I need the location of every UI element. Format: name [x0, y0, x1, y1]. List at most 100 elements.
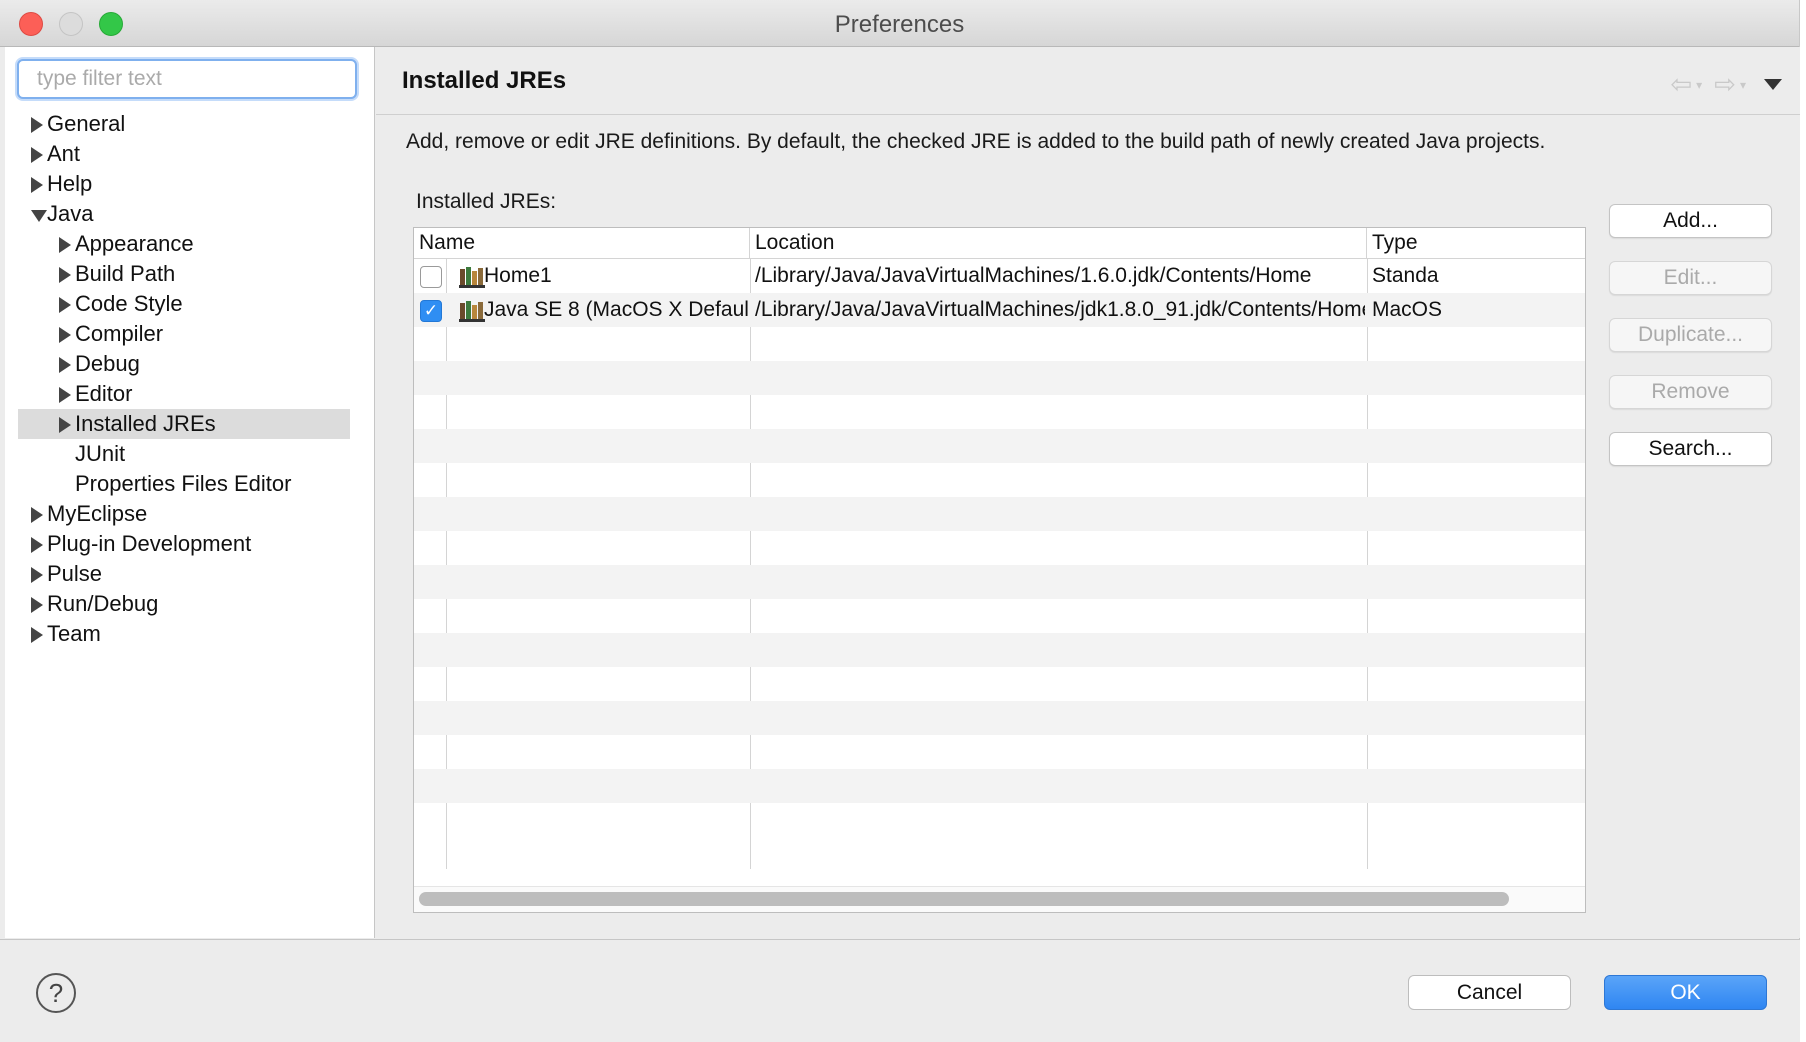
- table-row: [414, 735, 1585, 769]
- installed-jres-table[interactable]: Name Location Type Home1/Library/Java/Ja…: [413, 227, 1586, 913]
- table-row: [414, 633, 1585, 667]
- column-header-type[interactable]: Type: [1367, 228, 1585, 259]
- table-header: Name Location Type: [414, 228, 1585, 259]
- tree-item-label: Appearance: [75, 231, 194, 256]
- collapsed-arrow-icon[interactable]: [59, 267, 71, 283]
- search-button[interactable]: Search...: [1609, 432, 1772, 466]
- horizontal-scrollbar[interactable]: [414, 886, 1585, 912]
- preferences-tree-pane: General Ant Help Java Appearance Build Path Co…: [5, 47, 375, 938]
- table-row: [414, 701, 1585, 735]
- tree-item-help[interactable]: Help: [5, 169, 374, 199]
- title-bar: Preferences: [0, 0, 1799, 47]
- table-row: [414, 361, 1585, 395]
- table-row: [414, 327, 1585, 361]
- tree-item-label: Run/Debug: [47, 591, 159, 616]
- collapsed-arrow-icon[interactable]: [31, 177, 43, 193]
- table-row: [414, 531, 1585, 565]
- collapsed-arrow-icon[interactable]: [31, 507, 43, 523]
- tree-item-label: Help: [47, 171, 93, 196]
- collapsed-arrow-icon[interactable]: [59, 327, 71, 343]
- tree-item-label: Plug-in Development: [47, 531, 252, 556]
- tree-item-java[interactable]: Java: [5, 199, 374, 229]
- preference-page: Installed JREs ⇦ ▾ ⇨ ▾ Add, remove or edit…: [376, 47, 1800, 938]
- installed-jres-label: Installed JREs:: [416, 190, 557, 213]
- duplicate-button[interactable]: Duplicate...: [1609, 318, 1772, 352]
- collapsed-arrow-icon[interactable]: [31, 597, 43, 613]
- table-row: [414, 565, 1585, 599]
- help-icon[interactable]: ?: [36, 973, 76, 1013]
- tree-item-appearance[interactable]: Appearance: [5, 229, 374, 259]
- collapsed-arrow-icon[interactable]: [59, 357, 71, 373]
- page-description: Add, remove or edit JRE definitions. By …: [406, 130, 1546, 153]
- jre-location: /Library/Java/JavaVirtualMachines/1.6.0.…: [755, 264, 1312, 287]
- expanded-arrow-icon[interactable]: [31, 210, 47, 222]
- edit-button[interactable]: Edit...: [1609, 261, 1772, 295]
- collapsed-arrow-icon[interactable]: [31, 627, 43, 643]
- back-arrow-icon[interactable]: ⇦: [1670, 69, 1692, 100]
- collapsed-arrow-icon[interactable]: [59, 297, 71, 313]
- collapsed-arrow-icon[interactable]: [31, 147, 43, 163]
- tree-item-label: General: [47, 111, 126, 136]
- tree-item-code-style[interactable]: Code Style: [5, 289, 374, 319]
- forward-arrow-icon[interactable]: ⇨: [1714, 69, 1736, 100]
- tree-item-label: MyEclipse: [47, 501, 148, 526]
- collapsed-arrow-icon[interactable]: [59, 387, 71, 403]
- table-row: [414, 395, 1585, 429]
- page-header: Installed JREs ⇦ ▾ ⇨ ▾: [376, 47, 1800, 115]
- collapsed-arrow-icon[interactable]: [31, 117, 43, 133]
- forward-dropdown-icon[interactable]: ▾: [1740, 78, 1746, 92]
- horizontal-scroll-thumb[interactable]: [419, 892, 1509, 906]
- table-row: [414, 429, 1585, 463]
- tree-item-label: Pulse: [47, 561, 103, 586]
- tree-item-installed-jres[interactable]: Installed JREs: [18, 409, 350, 439]
- tree-item-team[interactable]: Team: [5, 619, 374, 649]
- tree-item-label: Build Path: [75, 261, 176, 286]
- dialog-button-bar: ? Cancel OK: [0, 939, 1800, 1042]
- tree-item-compiler[interactable]: Compiler: [5, 319, 374, 349]
- jre-type: MacOS: [1372, 298, 1443, 321]
- back-dropdown-icon[interactable]: ▾: [1696, 78, 1702, 92]
- default-jre-checkbox[interactable]: [420, 266, 442, 288]
- column-header-location[interactable]: Location: [750, 228, 1367, 259]
- filter-input[interactable]: [17, 59, 357, 99]
- table-row[interactable]: Home1/Library/Java/JavaVirtualMachines/1…: [414, 259, 1585, 293]
- tree-item-label: Team: [47, 621, 101, 646]
- default-jre-checkbox[interactable]: ✓: [420, 300, 442, 322]
- collapsed-arrow-icon[interactable]: [59, 417, 71, 433]
- tree-item-properties-files-editor[interactable]: Properties Files Editor: [5, 469, 374, 499]
- tree-item-general[interactable]: General: [5, 109, 374, 139]
- ok-button[interactable]: OK: [1604, 975, 1767, 1010]
- table-row: [414, 769, 1585, 803]
- collapsed-arrow-icon[interactable]: [31, 537, 43, 553]
- tree-item-label: Editor: [75, 381, 133, 406]
- tree-item-junit[interactable]: JUnit: [5, 439, 374, 469]
- tree-item-label: Properties Files Editor: [75, 471, 292, 496]
- tree-item-debug[interactable]: Debug: [5, 349, 374, 379]
- tree-item-label: Code Style: [75, 291, 183, 316]
- tree-item-label: JUnit: [75, 441, 126, 466]
- tree-item-run-debug[interactable]: Run/Debug: [5, 589, 374, 619]
- tree-item-editor[interactable]: Editor: [5, 379, 374, 409]
- table-row: [414, 667, 1585, 701]
- cancel-button[interactable]: Cancel: [1408, 975, 1571, 1010]
- page-title: Installed JREs: [402, 67, 567, 94]
- tree-item-ant[interactable]: Ant: [5, 139, 374, 169]
- table-row: [414, 599, 1585, 633]
- collapsed-arrow-icon[interactable]: [59, 237, 71, 253]
- jre-name: Java SE 8 (MacOS X Default): [484, 298, 748, 321]
- preferences-tree: General Ant Help Java Appearance Build Path Co…: [5, 109, 374, 649]
- view-menu-icon[interactable]: [1764, 79, 1782, 90]
- column-header-name[interactable]: Name: [414, 228, 750, 259]
- tree-item-myeclipse[interactable]: MyEclipse: [5, 499, 374, 529]
- collapsed-arrow-icon[interactable]: [31, 567, 43, 583]
- tree-item-build-path[interactable]: Build Path: [5, 259, 374, 289]
- window-title: Preferences: [834, 11, 965, 38]
- table-row[interactable]: ✓ Java SE 8 (MacOS X Default) /Library/Jav…: [414, 293, 1585, 327]
- add-button[interactable]: Add...: [1609, 204, 1772, 238]
- tree-item-pulse[interactable]: Pulse: [5, 559, 374, 589]
- tree-item-label: Installed JREs: [75, 411, 216, 436]
- tree-item-plug-in-development[interactable]: Plug-in Development: [5, 529, 374, 559]
- table-row: [414, 803, 1585, 837]
- remove-button[interactable]: Remove: [1609, 375, 1772, 409]
- preferences-window: Preferences General Ant Help Java Appearance…: [0, 0, 1800, 1042]
